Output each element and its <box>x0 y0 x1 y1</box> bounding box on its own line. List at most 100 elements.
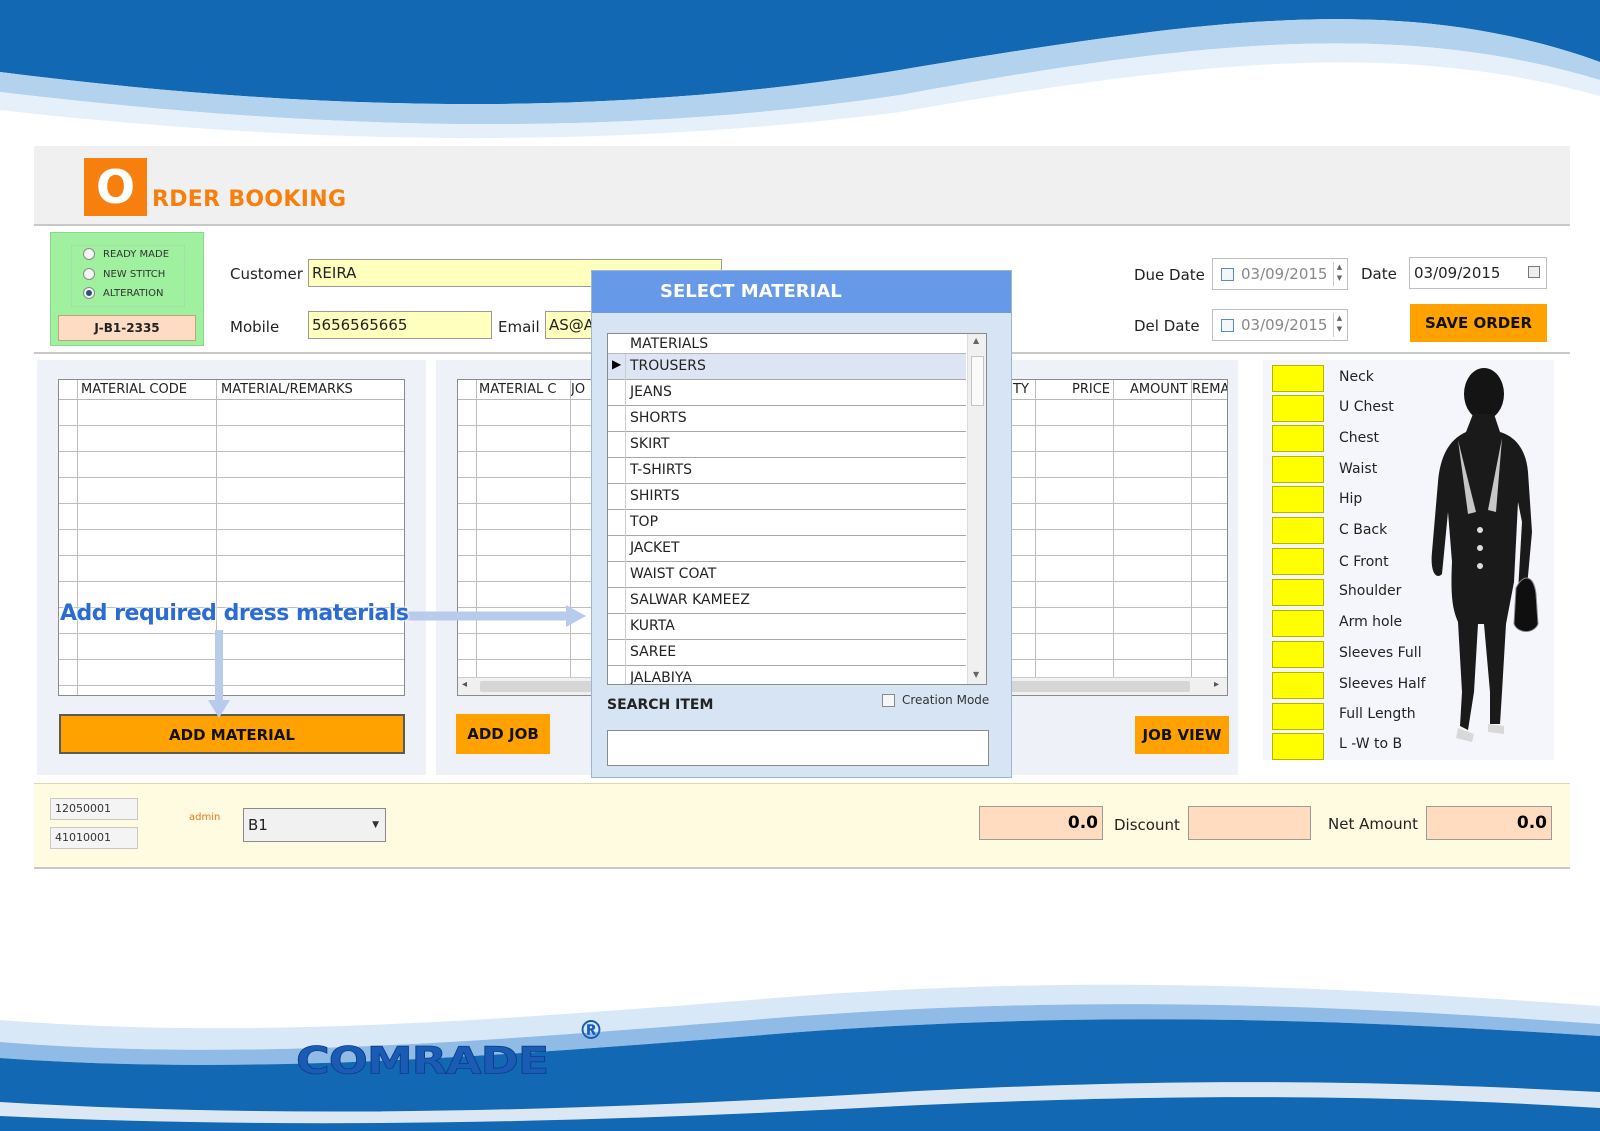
add-job-button[interactable]: ADD JOB <box>456 714 550 754</box>
column-header[interactable]: REMA <box>1192 382 1227 397</box>
current-row-arrow-icon: ▶ <box>612 357 622 371</box>
row-selector[interactable] <box>608 380 626 406</box>
due-date-label: Due Date <box>1134 266 1205 284</box>
dialog-title-bar[interactable]: SELECT MATERIAL <box>592 271 1011 313</box>
column-header[interactable]: PRICE <box>1072 382 1110 397</box>
comrade-logo: COMRADE <box>295 1038 549 1083</box>
measure-input-c-back[interactable] <box>1272 517 1324 544</box>
material-item-label: TROUSERS <box>630 358 706 374</box>
material-item-label: KURTA <box>630 618 675 634</box>
material-list-item[interactable]: JACKET <box>608 536 966 562</box>
measure-input-u-chest[interactable] <box>1272 395 1324 422</box>
calendar-icon[interactable] <box>1528 266 1540 278</box>
material-list-item[interactable]: SHIRTS <box>608 484 966 510</box>
scroll-right-icon[interactable]: ▸ <box>1214 679 1219 690</box>
material-list-item[interactable]: KURTA <box>608 614 966 640</box>
search-item-input[interactable] <box>607 730 989 766</box>
radio-new-stitch[interactable]: NEW STITCH <box>83 268 165 280</box>
due-date-picker[interactable]: 03/09/2015 ▲ ▼ <box>1212 258 1348 290</box>
row-selector[interactable] <box>608 666 626 684</box>
measure-input-waist[interactable] <box>1272 456 1324 483</box>
row-selector[interactable]: ▶ <box>608 354 626 380</box>
material-list-item[interactable]: T-SHIRTS <box>608 458 966 484</box>
measure-label: C Back <box>1339 522 1388 538</box>
column-header[interactable]: MATERIAL C <box>479 382 556 397</box>
material-list-item[interactable]: TOP <box>608 510 966 536</box>
material-list-item[interactable]: SAREE <box>608 640 966 666</box>
material-list-item[interactable]: JALABIYA <box>608 666 966 685</box>
measure-input-l-w-to-b[interactable] <box>1272 733 1324 760</box>
column-header[interactable]: TY <box>1013 382 1029 397</box>
measure-input-c-front[interactable] <box>1272 548 1324 575</box>
material-item-label: SHIRTS <box>630 488 680 504</box>
grid-row-line <box>59 503 404 504</box>
row-selector[interactable] <box>608 562 626 588</box>
measure-input-sleeves-half[interactable] <box>1272 672 1324 699</box>
measure-input-arm-hole[interactable] <box>1272 610 1324 637</box>
creation-mode-label: Creation Mode <box>902 693 990 707</box>
radio-alteration[interactable]: ALTERATION <box>83 287 163 299</box>
material-list-item[interactable]: ▶ TROUSERS <box>608 354 966 380</box>
add-material-button[interactable]: ADD MATERIAL <box>59 714 405 754</box>
row-selector[interactable] <box>608 588 626 614</box>
spinner-icon[interactable]: ▲ ▼ <box>1333 313 1345 337</box>
due-date-checkbox[interactable] <box>1221 268 1234 281</box>
material-list-item[interactable]: SHORTS <box>608 406 966 432</box>
row-selector[interactable] <box>608 614 626 640</box>
mobile-input[interactable]: 5656565665 <box>308 311 492 339</box>
scrollbar-thumb[interactable] <box>971 356 984 406</box>
del-date-picker[interactable]: 03/09/2015 ▲ ▼ <box>1212 309 1348 341</box>
material-item-label: JACKET <box>630 540 680 556</box>
measure-input-full-length[interactable] <box>1272 703 1324 730</box>
column-header[interactable]: MATERIAL CODE <box>81 382 187 397</box>
materials-scrollbar[interactable]: ▲ ▼ <box>967 334 986 684</box>
material-item-label: TOP <box>630 514 659 530</box>
material-item-label: JALABIYA <box>630 670 692 685</box>
measure-input-sleeves-full[interactable] <box>1272 641 1324 668</box>
measure-label: Neck <box>1339 369 1374 385</box>
scroll-down-icon[interactable]: ▼ <box>973 670 979 679</box>
measure-input-shoulder[interactable] <box>1272 579 1324 606</box>
measure-input-neck[interactable] <box>1272 365 1324 392</box>
material-list-item[interactable]: WAIST COAT <box>608 562 966 588</box>
row-selector[interactable] <box>608 406 626 432</box>
due-date-value: 03/09/2015 <box>1241 265 1328 283</box>
material-list-item[interactable]: SKIRT <box>608 432 966 458</box>
row-selector[interactable] <box>608 458 626 484</box>
row-selector[interactable] <box>608 432 626 458</box>
column-header[interactable]: AMOUNT <box>1130 382 1188 397</box>
material-item-label: SKIRT <box>630 436 670 452</box>
column-header[interactable]: JO <box>571 382 585 397</box>
branch-dropdown[interactable]: B1 ▼ <box>243 808 386 842</box>
mobile-label: Mobile <box>230 318 280 336</box>
spinner-icon[interactable]: ▲ ▼ <box>1333 262 1345 286</box>
column-header[interactable]: MATERIAL/REMARKS <box>221 382 353 397</box>
row-selector[interactable] <box>608 536 626 562</box>
measure-label: U Chest <box>1339 399 1394 415</box>
material-list-item[interactable]: SALWAR KAMEEZ <box>608 588 966 614</box>
creation-mode-checkbox[interactable]: Creation Mode <box>882 693 989 707</box>
radio-label: ALTERATION <box>103 287 164 299</box>
grid-row-line <box>59 425 404 426</box>
woman-silhouette-illustration <box>1431 368 1539 742</box>
row-selector[interactable] <box>608 510 626 536</box>
row-selector[interactable] <box>608 640 626 666</box>
material-item-label: SALWAR KAMEEZ <box>630 592 750 608</box>
scroll-up-icon[interactable]: ▲ <box>973 336 979 345</box>
date-picker[interactable]: 03/09/2015 <box>1409 257 1547 289</box>
measure-label: Hip <box>1339 491 1363 507</box>
measure-input-chest[interactable] <box>1272 425 1324 452</box>
net-amount-field: 0.0 <box>1426 806 1552 840</box>
total-field: 0.0 <box>979 806 1103 840</box>
job-view-button[interactable]: JOB VIEW <box>1135 716 1229 754</box>
del-date-checkbox[interactable] <box>1221 319 1234 332</box>
top-wave-decoration <box>0 0 1600 139</box>
discount-input[interactable] <box>1188 806 1311 840</box>
materials-list[interactable]: MATERIALS ▶ TROUSERS JEANS SHORTS SKIRT T-SHI… <box>607 333 987 685</box>
row-selector[interactable] <box>608 484 626 510</box>
save-order-button[interactable]: SAVE ORDER <box>1410 304 1547 342</box>
radio-ready-made[interactable]: READY MADE <box>83 248 169 260</box>
material-list-item[interactable]: JEANS <box>608 380 966 406</box>
net-amount-label: Net Amount <box>1328 815 1419 833</box>
measure-input-hip[interactable] <box>1272 486 1324 513</box>
